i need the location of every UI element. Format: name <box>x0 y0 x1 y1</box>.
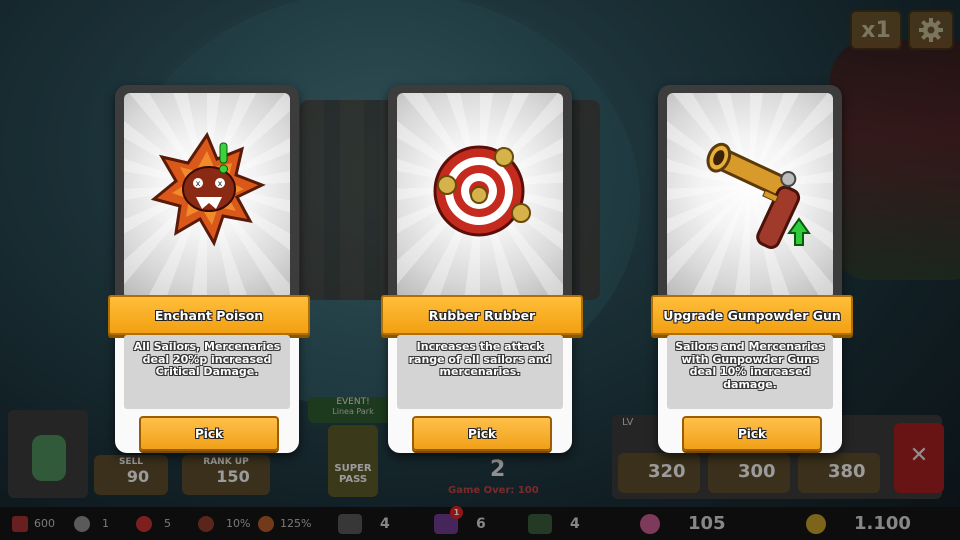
svg-text:x: x <box>218 179 223 188</box>
card-image-panel <box>667 93 833 299</box>
upgrade-card-1[interactable]: x x Enchant Poison All Sailors, Mercenar… <box>108 85 310 457</box>
card-title: Upgrade Gunpowder Gun <box>651 295 853 335</box>
card-description: All Sailors, Mercenaries deal 20%p incre… <box>124 335 290 409</box>
card-title: Enchant Poison <box>108 295 310 335</box>
target-icon <box>433 145 531 237</box>
pick-button[interactable]: Pick <box>682 416 822 451</box>
pick-button[interactable]: Pick <box>139 416 279 451</box>
card-description: Increases the attack range of all sailor… <box>397 335 563 409</box>
card-image-panel: x x <box>124 93 290 299</box>
card-description: Sailors and Mercenaries with Gunpowder G… <box>667 335 833 409</box>
upgrade-card-2[interactable]: Rubber Rubber Increases the attack range… <box>381 85 583 457</box>
card-image-panel <box>397 93 563 299</box>
gunpowder-gun-icon <box>706 142 811 249</box>
svg-text:x: x <box>196 179 201 188</box>
card-title: Rubber Rubber <box>381 295 583 335</box>
pick-button[interactable]: Pick <box>412 416 552 451</box>
upgrade-card-3[interactable]: Upgrade Gunpowder Gun Sailors and Mercen… <box>651 85 853 457</box>
poison-burst-icon: x x <box>150 131 266 247</box>
